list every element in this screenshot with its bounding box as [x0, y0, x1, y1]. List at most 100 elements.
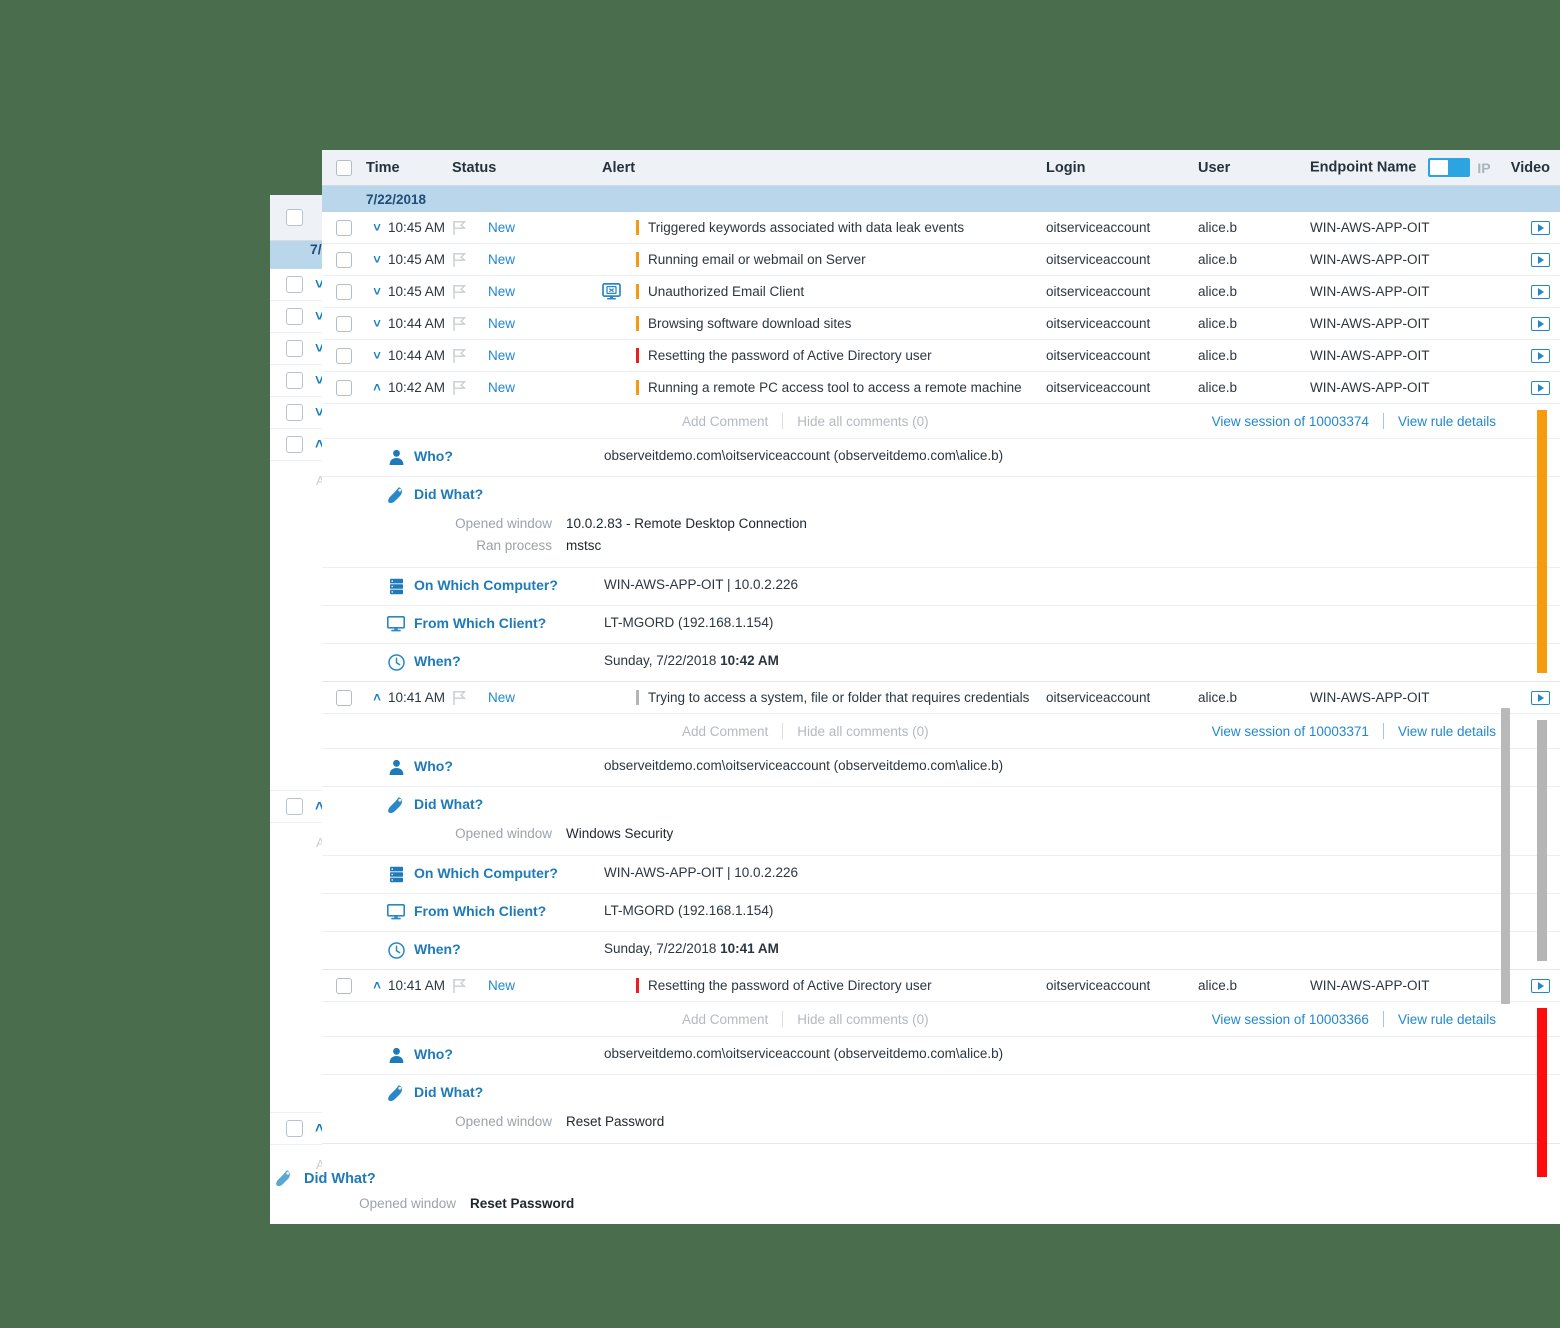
cell-time: 10:41 AM	[388, 690, 445, 705]
ghost-select-all-checkbox	[286, 209, 303, 226]
row-checkbox[interactable]	[336, 380, 352, 396]
hide-comments-link[interactable]: Hide all comments (0)	[797, 724, 928, 739]
table-row[interactable]: ˅10:45 AMNewTriggered keywords associate…	[322, 212, 1560, 244]
server-icon	[378, 577, 414, 595]
value-computer: WIN-AWS-APP-OIT | 10.0.2.226	[604, 865, 798, 880]
value-opened-window: Windows Security	[566, 826, 673, 841]
cell-status[interactable]: New	[488, 348, 515, 363]
add-comment-link[interactable]: Add Comment	[682, 724, 768, 739]
flag-icon[interactable]	[452, 978, 478, 994]
view-rule-details-link[interactable]: View rule details	[1398, 414, 1496, 429]
column-header-endpoint-label[interactable]: Endpoint Name	[1310, 159, 1416, 175]
collapse-chevron-icon[interactable]: ˄	[366, 690, 388, 705]
stray-did-what-label: Did What?	[304, 1171, 376, 1187]
cell-status[interactable]: New	[488, 690, 515, 705]
play-video-button[interactable]	[1531, 691, 1550, 705]
table-row[interactable]: ˅10:44 AMNewResetting the password of Ac…	[322, 340, 1560, 372]
add-comment-link[interactable]: Add Comment	[682, 1012, 768, 1027]
hide-comments-link[interactable]: Hide all comments (0)	[797, 414, 928, 429]
flag-icon[interactable]	[452, 348, 478, 364]
cell-status[interactable]: New	[488, 284, 515, 299]
expand-chevron-icon[interactable]: ˅	[366, 284, 388, 299]
play-video-button[interactable]	[1531, 285, 1550, 299]
label-computer: On Which Computer?	[414, 865, 604, 881]
expand-chevron-icon[interactable]: ˅	[366, 316, 388, 331]
column-header-status[interactable]: Status	[452, 160, 602, 176]
play-video-button[interactable]	[1531, 317, 1550, 331]
row-checkbox[interactable]	[336, 252, 352, 268]
table-row[interactable]: ˄ 10:41 AM New Resetting the password of…	[322, 970, 1560, 1002]
cell-login: oitserviceaccount	[1046, 220, 1198, 235]
row-checkbox[interactable]	[336, 284, 352, 300]
flag-icon[interactable]	[452, 220, 478, 236]
collapse-chevron-icon[interactable]: ˄	[366, 380, 388, 395]
cell-user: alice.b	[1198, 690, 1310, 705]
view-rule-details-link[interactable]: View rule details	[1398, 1012, 1496, 1027]
flag-icon[interactable]	[452, 380, 478, 396]
view-session-link[interactable]: View session of 10003366	[1212, 1012, 1369, 1027]
detail-row-computer: On Which Computer? WIN-AWS-APP-OIT | 10.…	[322, 567, 1560, 605]
row-checkbox[interactable]	[336, 348, 352, 364]
view-rule-details-link[interactable]: View rule details	[1398, 724, 1496, 739]
column-header-login[interactable]: Login	[1046, 160, 1198, 176]
row-checkbox[interactable]	[336, 690, 352, 706]
row-checkbox[interactable]	[336, 978, 352, 994]
subrow-opened-window: Opened window Reset Password	[414, 1114, 664, 1129]
subrow-ran-process: Ran process mstsc	[414, 538, 807, 553]
cell-user: alice.b	[1198, 978, 1310, 993]
select-all-checkbox[interactable]	[336, 160, 352, 176]
flag-icon[interactable]	[452, 284, 478, 300]
severity-bar	[636, 316, 639, 331]
cell-status[interactable]: New	[488, 252, 515, 267]
play-video-button[interactable]	[1531, 381, 1550, 395]
table-row[interactable]: ˅10:44 AMNewBrowsing software download s…	[322, 308, 1560, 340]
when-time: 10:41 AM	[720, 941, 779, 956]
cell-status[interactable]: New	[488, 380, 515, 395]
column-header-ip[interactable]: IP	[1477, 160, 1490, 176]
view-session-link[interactable]: View session of 10003371	[1212, 724, 1369, 739]
expand-chevron-icon[interactable]: ˅	[366, 220, 388, 235]
expand-chevron-icon[interactable]: ˅	[366, 348, 388, 363]
value-opened-window: Reset Password	[566, 1114, 664, 1129]
column-header-user[interactable]: User	[1198, 160, 1310, 176]
collapse-chevron-icon[interactable]: ˄	[366, 978, 388, 993]
play-video-button[interactable]	[1531, 221, 1550, 235]
flag-icon[interactable]	[452, 690, 478, 706]
label-opened-window: Opened window	[414, 516, 566, 531]
detail-row-computer: On Which Computer? WIN-AWS-APP-OIT | 10.…	[322, 855, 1560, 893]
row-checkbox[interactable]	[336, 316, 352, 332]
play-video-button[interactable]	[1531, 979, 1550, 993]
play-video-button[interactable]	[1531, 253, 1550, 267]
person-icon	[378, 1046, 414, 1064]
hide-comments-link[interactable]: Hide all comments (0)	[797, 1012, 928, 1027]
column-header-time[interactable]: Time	[366, 160, 452, 176]
flag-icon[interactable]	[452, 252, 478, 268]
detail-row-when: When? Sunday, 7/22/2018 10:41 AM	[322, 931, 1560, 969]
cell-time: 10:44 AM	[388, 348, 445, 363]
table-row[interactable]: ˅10:45 AMNewRunning email or webmail on …	[322, 244, 1560, 276]
view-session-link[interactable]: View session of 10003374	[1212, 414, 1369, 429]
vertical-scrollbar-thumb[interactable]	[1501, 708, 1510, 1004]
table-row[interactable]: ˅10:45 AMNewUnauthorized Email Clientoit…	[322, 276, 1560, 308]
mouse-icon	[378, 796, 414, 815]
cell-status[interactable]: New	[488, 978, 515, 993]
row-checkbox[interactable]	[336, 220, 352, 236]
cell-user: alice.b	[1198, 316, 1310, 331]
column-header-alert[interactable]: Alert	[602, 160, 1046, 176]
expand-chevron-icon[interactable]: ˅	[366, 252, 388, 267]
cell-status[interactable]: New	[488, 220, 515, 235]
cell-status[interactable]: New	[488, 316, 515, 331]
value-who: observeitdemo.com\oitserviceaccount (obs…	[604, 448, 1003, 463]
severity-bar	[636, 978, 639, 993]
endpoint-ip-toggle[interactable]	[1428, 158, 1470, 177]
unauthorized-client-icon[interactable]	[602, 283, 636, 300]
flag-icon[interactable]	[452, 316, 478, 332]
add-comment-link[interactable]: Add Comment	[682, 414, 768, 429]
stray-label-row: Did What?	[270, 1170, 970, 1188]
subrow-opened-window: Opened window 10.0.2.83 - Remote Desktop…	[414, 516, 807, 531]
table-row[interactable]: ˄ 10:41 AM New Trying to access a system…	[322, 682, 1560, 714]
play-video-button[interactable]	[1531, 349, 1550, 363]
value-client: LT-MGORD (192.168.1.154)	[604, 903, 773, 918]
when-date: Sunday, 7/22/2018	[604, 941, 720, 956]
table-row[interactable]: ˄ 10:42 AM New Running a remote PC acces…	[322, 372, 1560, 404]
